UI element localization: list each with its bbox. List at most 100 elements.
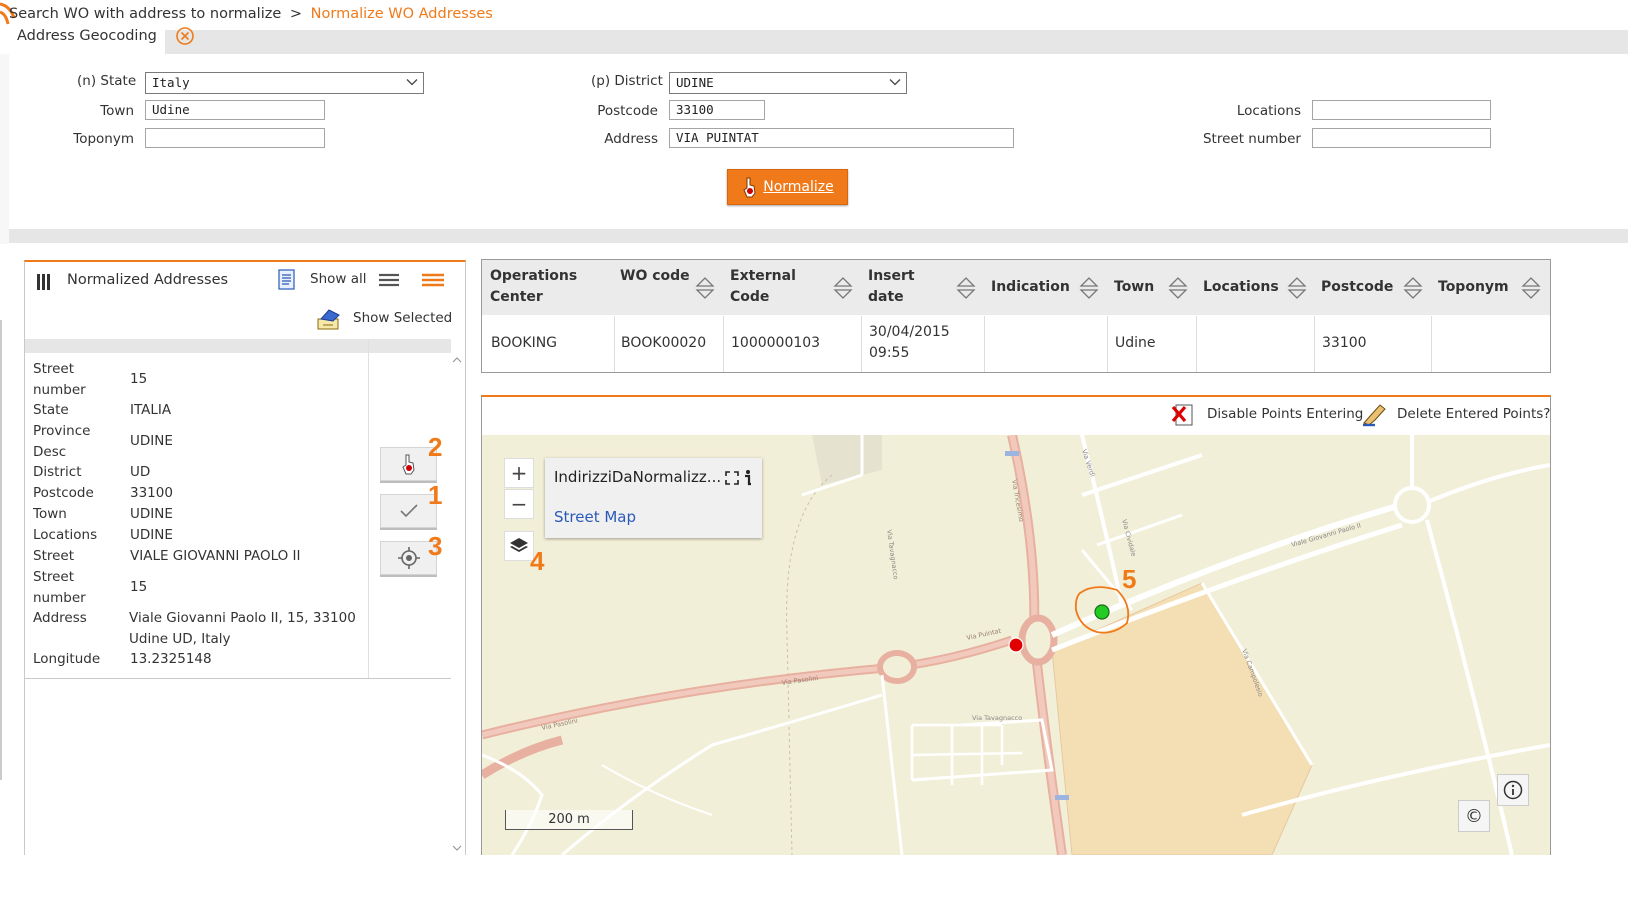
sort-icon[interactable] <box>833 276 853 300</box>
detail-row: State ITALIA <box>33 400 363 421</box>
address-input[interactable]: VIA PUINTAT <box>669 128 1014 148</box>
detail-row: Postcode 33100 <box>33 483 363 504</box>
breadcrumb-parent[interactable]: Search WO with address to normalize <box>9 6 281 22</box>
sort-icon[interactable] <box>956 276 976 300</box>
annotation-badge-2: 2 <box>428 432 443 462</box>
panel-scrollbar[interactable] <box>450 353 464 853</box>
sort-icon[interactable] <box>1521 276 1541 300</box>
street-number-label: Street number <box>1202 131 1301 147</box>
detail-key: Postcode <box>33 485 94 501</box>
info-icon[interactable] <box>743 469 753 487</box>
district-value: UDINE <box>676 75 714 90</box>
map-attribution-button[interactable]: © <box>1458 800 1490 832</box>
checkmark-icon <box>399 504 418 518</box>
column-header[interactable]: Postcode <box>1321 277 1401 298</box>
sort-icon[interactable] <box>695 276 715 300</box>
left-edge <box>0 320 2 780</box>
sort-icon[interactable] <box>1403 276 1423 300</box>
column-header[interactable]: External Code <box>730 266 810 308</box>
town-input[interactable]: Udine <box>145 100 325 120</box>
table-cell: 33100 <box>1322 335 1367 351</box>
disable-points-icon[interactable] <box>1170 403 1196 427</box>
column-header[interactable]: Operations Center <box>490 266 600 308</box>
detail-key: Province Desc <box>33 423 91 460</box>
toponym-label: Toponym <box>73 131 134 147</box>
detail-row: Address Viale Giovanni Paolo II, 15, 3310… <box>33 608 363 649</box>
normalized-addresses-title: Normalized Addresses <box>67 272 229 288</box>
show-all-link[interactable]: Show all <box>310 271 367 287</box>
sort-icon[interactable] <box>1079 276 1099 300</box>
delete-points-label[interactable]: Delete Entered Points? <box>1397 406 1550 422</box>
section-divider <box>9 229 1628 243</box>
detail-key: District <box>33 464 82 480</box>
detail-key: Street <box>33 548 75 564</box>
list-view-icon[interactable] <box>379 273 399 287</box>
show-selected-link[interactable]: Show Selected <box>353 310 452 326</box>
detail-key: Town <box>33 506 67 522</box>
column-header[interactable]: Insert date <box>868 266 948 308</box>
menu-orange-icon[interactable] <box>422 273 444 287</box>
district-select[interactable]: UDINE <box>669 72 907 94</box>
tab-label: Address Geocoding <box>17 28 157 44</box>
detail-row: District UD <box>33 462 363 483</box>
breadcrumb-current[interactable]: Normalize WO Addresses <box>311 6 493 22</box>
detail-value: 13.2325148 <box>130 651 212 667</box>
postcode-input[interactable]: 33100 <box>669 100 765 120</box>
fullscreen-icon[interactable] <box>725 471 739 485</box>
table-cell: Udine <box>1115 335 1156 351</box>
columns-icon[interactable] <box>37 273 51 291</box>
layer-name[interactable]: IndirizziDaNormalizz... <box>554 468 721 486</box>
column-header[interactable]: Indication <box>991 277 1071 298</box>
crosshair-icon <box>397 547 420 569</box>
detail-value: UDINE <box>130 433 173 449</box>
toponym-input[interactable] <box>145 128 325 148</box>
detail-value: UD <box>130 464 151 480</box>
detail-row: Street number 15 <box>33 567 363 608</box>
panel-row-divider <box>25 678 451 679</box>
detail-value: UDINE <box>130 527 173 543</box>
postcode-label: Postcode <box>597 103 658 119</box>
layer-popup: IndirizziDaNormalizz... Street Map <box>545 458 762 538</box>
chevron-down-icon <box>406 79 418 86</box>
state-prefix: (n) <box>77 73 97 89</box>
column-header[interactable]: Locations <box>1203 277 1283 298</box>
column-header[interactable]: Toponym <box>1438 277 1518 298</box>
street-label-via-tavagnacco-2: Via Tavagnacco <box>972 714 1022 722</box>
basemap-street-map[interactable]: Street Map <box>554 508 636 526</box>
state-value: Italy <box>152 75 190 90</box>
state-label-text: State <box>100 73 137 89</box>
state-select[interactable]: Italy <box>145 72 424 94</box>
detail-row: Province Desc UDINE <box>33 421 363 462</box>
close-tab-icon[interactable] <box>175 26 195 46</box>
panel-column-divider <box>368 339 369 679</box>
locations-input[interactable] <box>1312 100 1491 120</box>
detail-value: VIALE GIOVANNI PAOLO II <box>130 548 301 564</box>
detail-row: Street VIALE GIOVANNI PAOLO II <box>33 546 363 567</box>
detail-key: Locations <box>33 527 98 543</box>
street-number-input[interactable] <box>1312 128 1491 148</box>
table-cell: BOOKING <box>491 335 558 351</box>
detail-row: Town UDINE <box>33 504 363 525</box>
red-map-point[interactable] <box>1008 637 1024 653</box>
geocoding-tabbar <box>9 30 1628 54</box>
sort-icon[interactable] <box>1287 276 1307 300</box>
green-map-point[interactable] <box>1094 604 1110 620</box>
document-list-icon[interactable] <box>277 268 297 292</box>
show-selected-icon[interactable] <box>317 307 343 331</box>
column-header[interactable]: WO code <box>620 266 700 287</box>
tab-address-geocoding[interactable]: Address Geocoding <box>9 28 165 54</box>
locations-label: Locations <box>1236 103 1301 119</box>
hand-pointer-icon <box>743 177 756 198</box>
district-label: (p) District <box>591 73 663 89</box>
table-cell: 1000000103 <box>731 335 821 351</box>
detail-value: 15 <box>130 579 148 595</box>
table-cell: 30/04/2015 09:55 <box>869 324 950 361</box>
normalize-button[interactable]: Normalize <box>727 169 848 205</box>
chevron-down-icon <box>889 79 901 86</box>
disable-points-label[interactable]: Disable Points Entering <box>1207 406 1363 422</box>
zoom-out-button[interactable]: − <box>504 489 534 519</box>
map-info-button[interactable] <box>1497 774 1529 806</box>
zoom-in-button[interactable]: + <box>504 458 534 488</box>
eraser-icon[interactable] <box>1361 403 1387 427</box>
sort-icon[interactable] <box>1168 276 1188 300</box>
